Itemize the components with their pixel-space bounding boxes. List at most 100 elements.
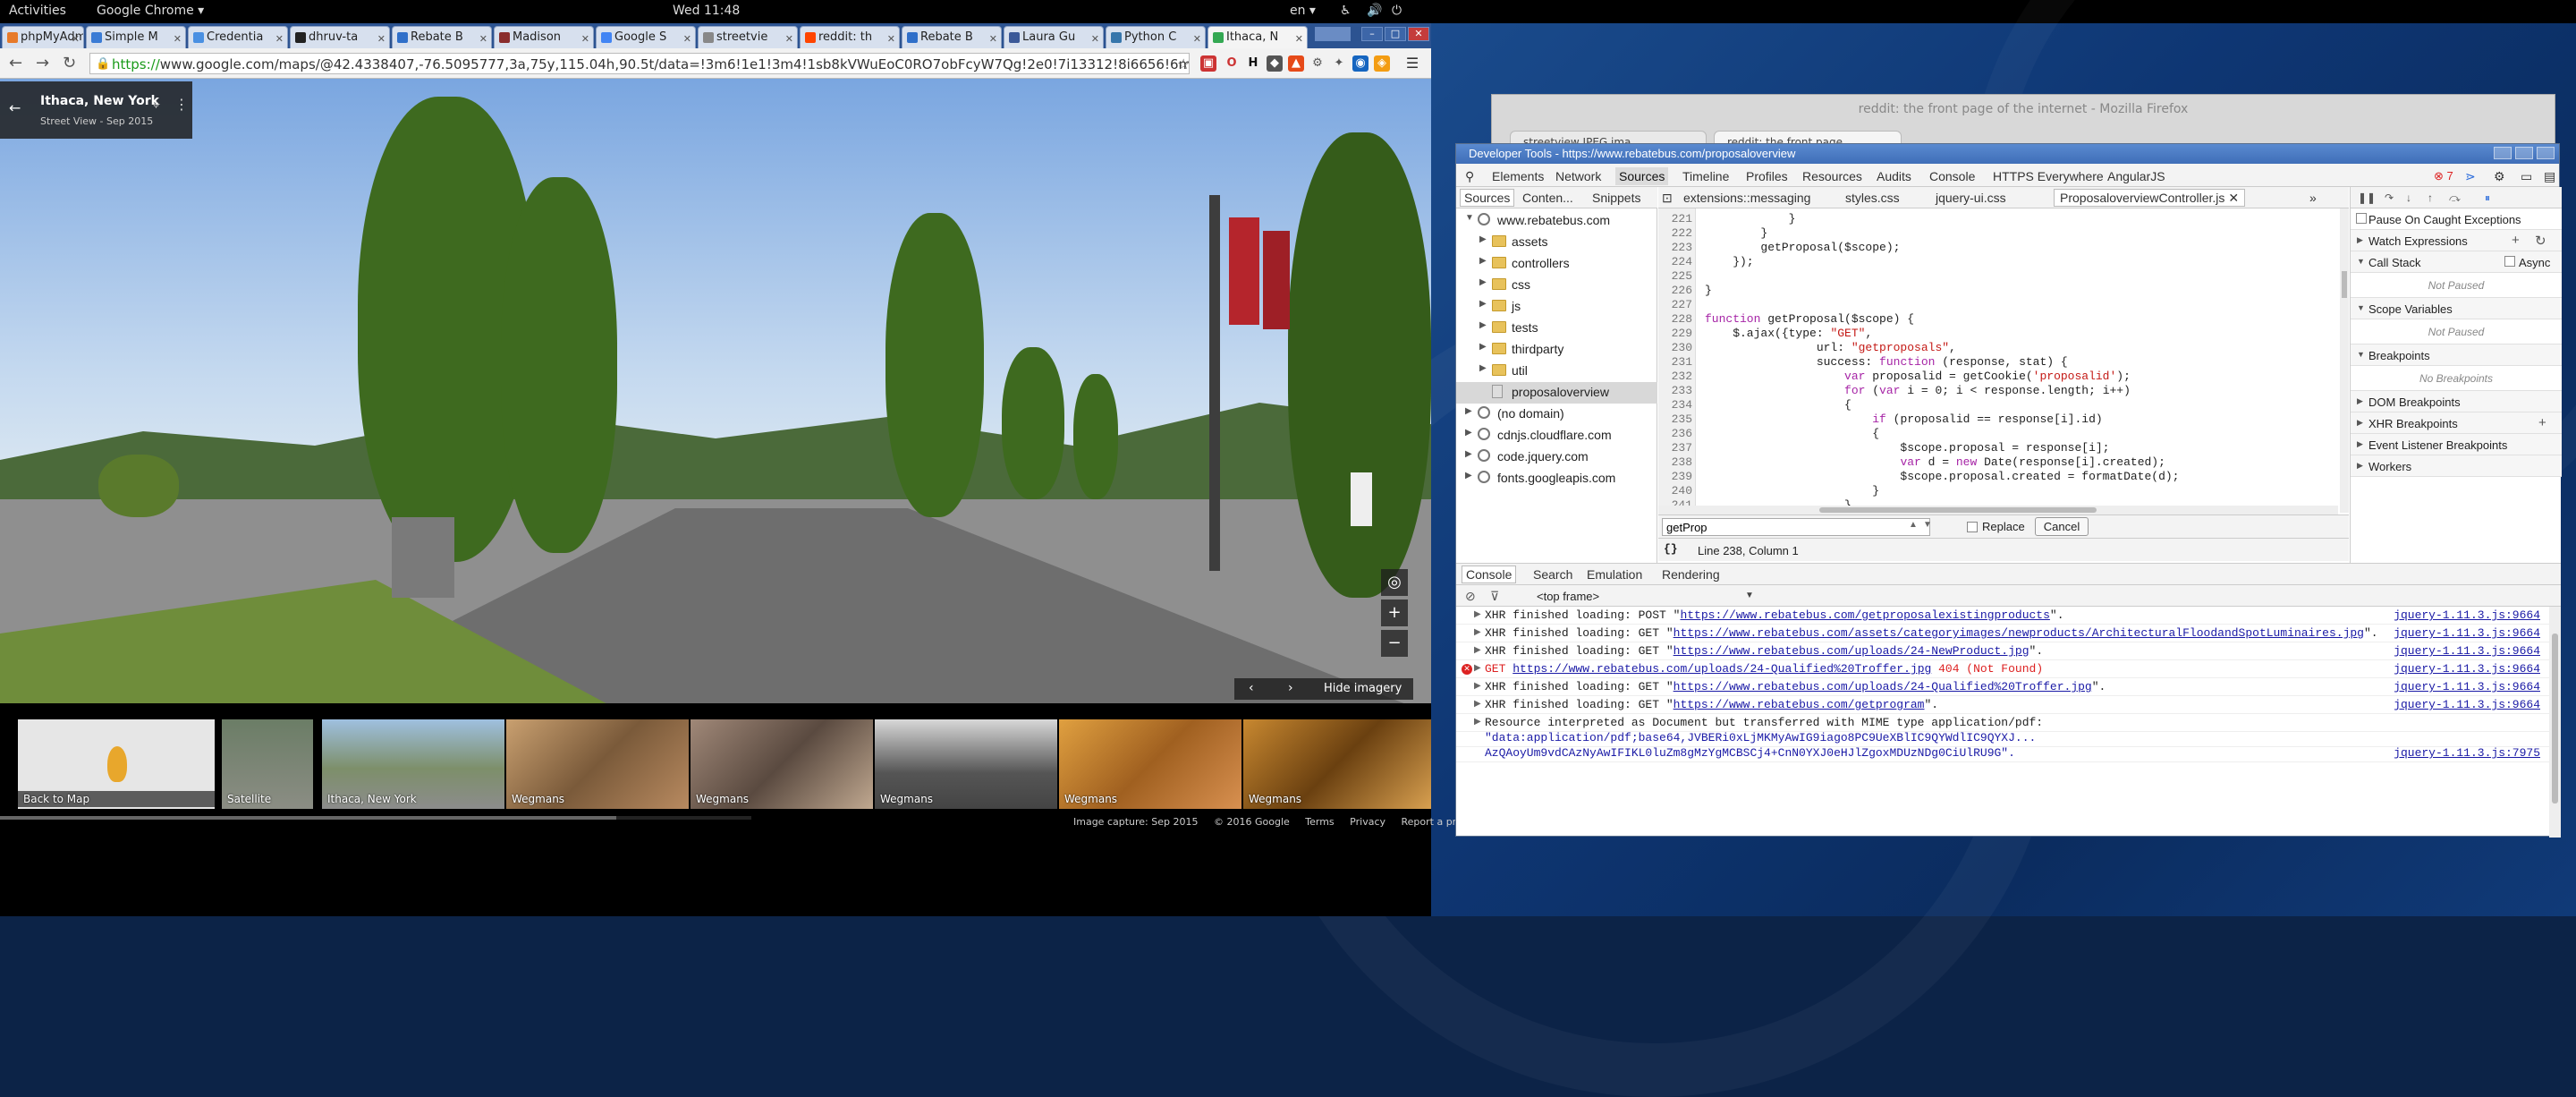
drawer-tab-search[interactable]: Search xyxy=(1533,567,1572,582)
extension-icon[interactable]: ✦ xyxy=(1331,55,1347,72)
settings-gear-icon[interactable]: ⚙ xyxy=(2494,169,2505,184)
console-row[interactable]: ▶ XHR finished loading: GET "https://www.… xyxy=(1456,678,2549,696)
tab-console[interactable]: Console xyxy=(1929,169,1975,183)
drawer-tab-console[interactable]: Console xyxy=(1462,566,1517,583)
line-number[interactable]: 233 xyxy=(1658,384,1692,398)
step-over-icon[interactable]: ↷ xyxy=(2385,191,2397,204)
line-number[interactable]: 230 xyxy=(1658,341,1692,355)
tab-timeline[interactable]: Timeline xyxy=(1682,169,1729,183)
expand-arrow-icon[interactable]: ▶ xyxy=(1479,320,1487,330)
pin-icon[interactable]: ⌖ xyxy=(152,96,160,114)
code-line[interactable]: } xyxy=(1705,498,1852,506)
browser-tab[interactable]: Laura Gu ✕ xyxy=(1004,26,1104,48)
code-line[interactable]: } xyxy=(1705,212,1796,226)
expand-arrow-icon[interactable]: ▶ xyxy=(1474,663,1481,674)
line-number[interactable]: 223 xyxy=(1658,241,1692,255)
console-log[interactable]: › ▶ XHR finished loading: POST "https://w… xyxy=(1456,607,2549,838)
pause-on-exceptions-icon[interactable]: ⏸ xyxy=(2485,191,2497,204)
editor-tab[interactable]: styles.css xyxy=(1845,191,1900,205)
clear-console-icon[interactable]: ⊘ xyxy=(1465,589,1476,604)
compass-icon[interactable]: ◎ xyxy=(1381,569,1408,596)
line-number[interactable]: 227 xyxy=(1658,298,1692,312)
close-icon[interactable]: ✕ xyxy=(479,33,487,45)
console-toggle-icon[interactable]: ⋗ xyxy=(2465,169,2476,184)
expand-arrow-icon[interactable]: ▶ xyxy=(1479,256,1487,266)
more-vert-icon[interactable]: ⋮ xyxy=(174,96,189,113)
line-number[interactable]: 239 xyxy=(1658,470,1692,484)
console-row[interactable]: ▶ XHR finished loading: POST "https://www… xyxy=(1456,607,2549,625)
search-icon[interactable]: ⚲ xyxy=(1465,169,1474,184)
expand-arrow-icon[interactable]: ▶ xyxy=(1465,449,1472,459)
console-link[interactable]: https://www.rebatebus.com/assets/categor… xyxy=(1674,626,2364,640)
code-line[interactable]: if (proposalid == response[i].id) xyxy=(1705,412,2102,427)
source-link[interactable]: jquery-1.11.3.js:9664 xyxy=(2394,662,2540,676)
source-link[interactable]: jquery-1.11.3.js:9664 xyxy=(2394,680,2540,693)
code-line[interactable]: url: "getproposals", xyxy=(1705,341,1956,355)
line-number[interactable]: 238 xyxy=(1658,455,1692,470)
drawer-tab-emulation[interactable]: Emulation xyxy=(1587,567,1642,582)
clock[interactable]: Wed 11:48 xyxy=(673,4,740,18)
tab-sources[interactable]: Sources xyxy=(1615,167,1669,185)
console-link[interactable]: https://www.rebatebus.com/uploads/24-Qua… xyxy=(1513,662,1931,676)
extension-icon[interactable]: ▲ xyxy=(1288,55,1304,72)
extension-icon[interactable]: ▣ xyxy=(1200,55,1216,72)
photo-thumb[interactable]: Wegmans xyxy=(1243,719,1431,809)
source-link[interactable]: jquery-1.11.3.js:7975 xyxy=(2394,746,2540,760)
expand-arrow-icon[interactable]: ▶ xyxy=(1479,277,1487,287)
line-number[interactable]: 237 xyxy=(1658,441,1692,455)
satellite-thumb[interactable]: Satellite xyxy=(222,719,313,809)
extension-icon[interactable]: ◆ xyxy=(1267,55,1283,72)
section-workers[interactable]: ▶ Workers xyxy=(2351,455,2562,477)
code-line[interactable]: getProposal($scope); xyxy=(1705,241,1900,255)
extension-icon[interactable]: ◈ xyxy=(1374,55,1390,72)
line-number[interactable]: 224 xyxy=(1658,255,1692,269)
pause-on-caught-row[interactable]: Pause On Caught Exceptions xyxy=(2351,208,2562,230)
console-link[interactable]: https://www.rebatebus.com/getproposalexi… xyxy=(1680,608,2049,622)
strip-scrollbar[interactable] xyxy=(0,816,751,820)
find-prev-icon[interactable]: ▲ xyxy=(1909,520,1918,530)
step-out-icon[interactable]: ↑ xyxy=(2428,191,2440,204)
code-line[interactable]: success: function (response, stat) { xyxy=(1705,355,2068,370)
close-icon[interactable]: ✕ xyxy=(683,33,691,45)
pause-icon[interactable]: ❚❚ xyxy=(2358,191,2376,204)
collapse-arrow-icon[interactable]: ▼ xyxy=(1465,213,1474,223)
console-row[interactable]: AzQAoyUm9vdCAzNyAwIFIKL0luZm8gMzYgMCBSCj… xyxy=(1456,744,2549,762)
code-line[interactable]: }); xyxy=(1705,255,1753,269)
photo-thumb[interactable]: Ithaca, New York xyxy=(322,719,504,809)
close-icon[interactable]: ✕ xyxy=(581,33,589,45)
pretty-print-button[interactable]: {} xyxy=(1664,542,1678,556)
async-checkbox[interactable] xyxy=(2504,256,2515,267)
terms-link[interactable]: Terms xyxy=(1305,816,1334,828)
close-icon[interactable]: ✕ xyxy=(1091,33,1099,45)
close-window-button[interactable] xyxy=(2537,147,2555,159)
line-gutter[interactable]: 221 222 223 224 225 226 227 228 229 230 231 232 233 2… xyxy=(1658,208,1696,506)
close-icon[interactable]: ✕ xyxy=(1295,33,1303,45)
line-number[interactable]: 235 xyxy=(1658,412,1692,427)
line-number[interactable]: 226 xyxy=(1658,284,1692,298)
console-link[interactable]: https://www.rebatebus.com/uploads/24-Qua… xyxy=(1674,680,2092,693)
browser-tab[interactable]: streetvie ✕ xyxy=(698,26,798,48)
extension-h-icon[interactable]: H xyxy=(1245,55,1261,72)
chevron-left-icon[interactable]: ‹ xyxy=(1249,681,1254,695)
minimize-button[interactable] xyxy=(2494,147,2512,159)
browser-tab[interactable]: dhruv-ta ✕ xyxy=(290,26,390,48)
tab-https-everywhere[interactable]: HTTPS Everywhere xyxy=(1993,169,2104,183)
close-icon[interactable]: ✕ xyxy=(275,33,284,45)
close-icon[interactable]: ✕ xyxy=(72,33,80,45)
expand-arrow-icon[interactable]: ▶ xyxy=(1479,342,1487,352)
expand-arrow-icon[interactable]: ▶ xyxy=(1474,717,1481,727)
zoom-out-button[interactable]: − xyxy=(1381,630,1408,657)
app-menu[interactable]: Google Chrome ▾ xyxy=(97,4,204,18)
line-number[interactable]: 225 xyxy=(1658,269,1692,284)
find-input[interactable] xyxy=(1662,518,1930,536)
browser-tab[interactable]: phpMyAdmin✕ xyxy=(2,26,84,48)
more-tabs-icon[interactable]: » xyxy=(2309,191,2317,205)
navigator-tab-snippets[interactable]: Snippets xyxy=(1592,191,1640,205)
expand-arrow-icon[interactable]: ▶ xyxy=(1479,299,1487,309)
code-line[interactable]: function getProposal($scope) { xyxy=(1705,312,1914,327)
back-arrow-icon[interactable]: ← xyxy=(9,99,21,116)
console-link[interactable]: https://www.rebatebus.com/getprogram xyxy=(1674,698,1925,711)
code-line[interactable]: } xyxy=(1705,284,1712,298)
street-view-panorama[interactable] xyxy=(0,79,1431,703)
photo-thumb[interactable]: Wegmans xyxy=(875,719,1057,809)
